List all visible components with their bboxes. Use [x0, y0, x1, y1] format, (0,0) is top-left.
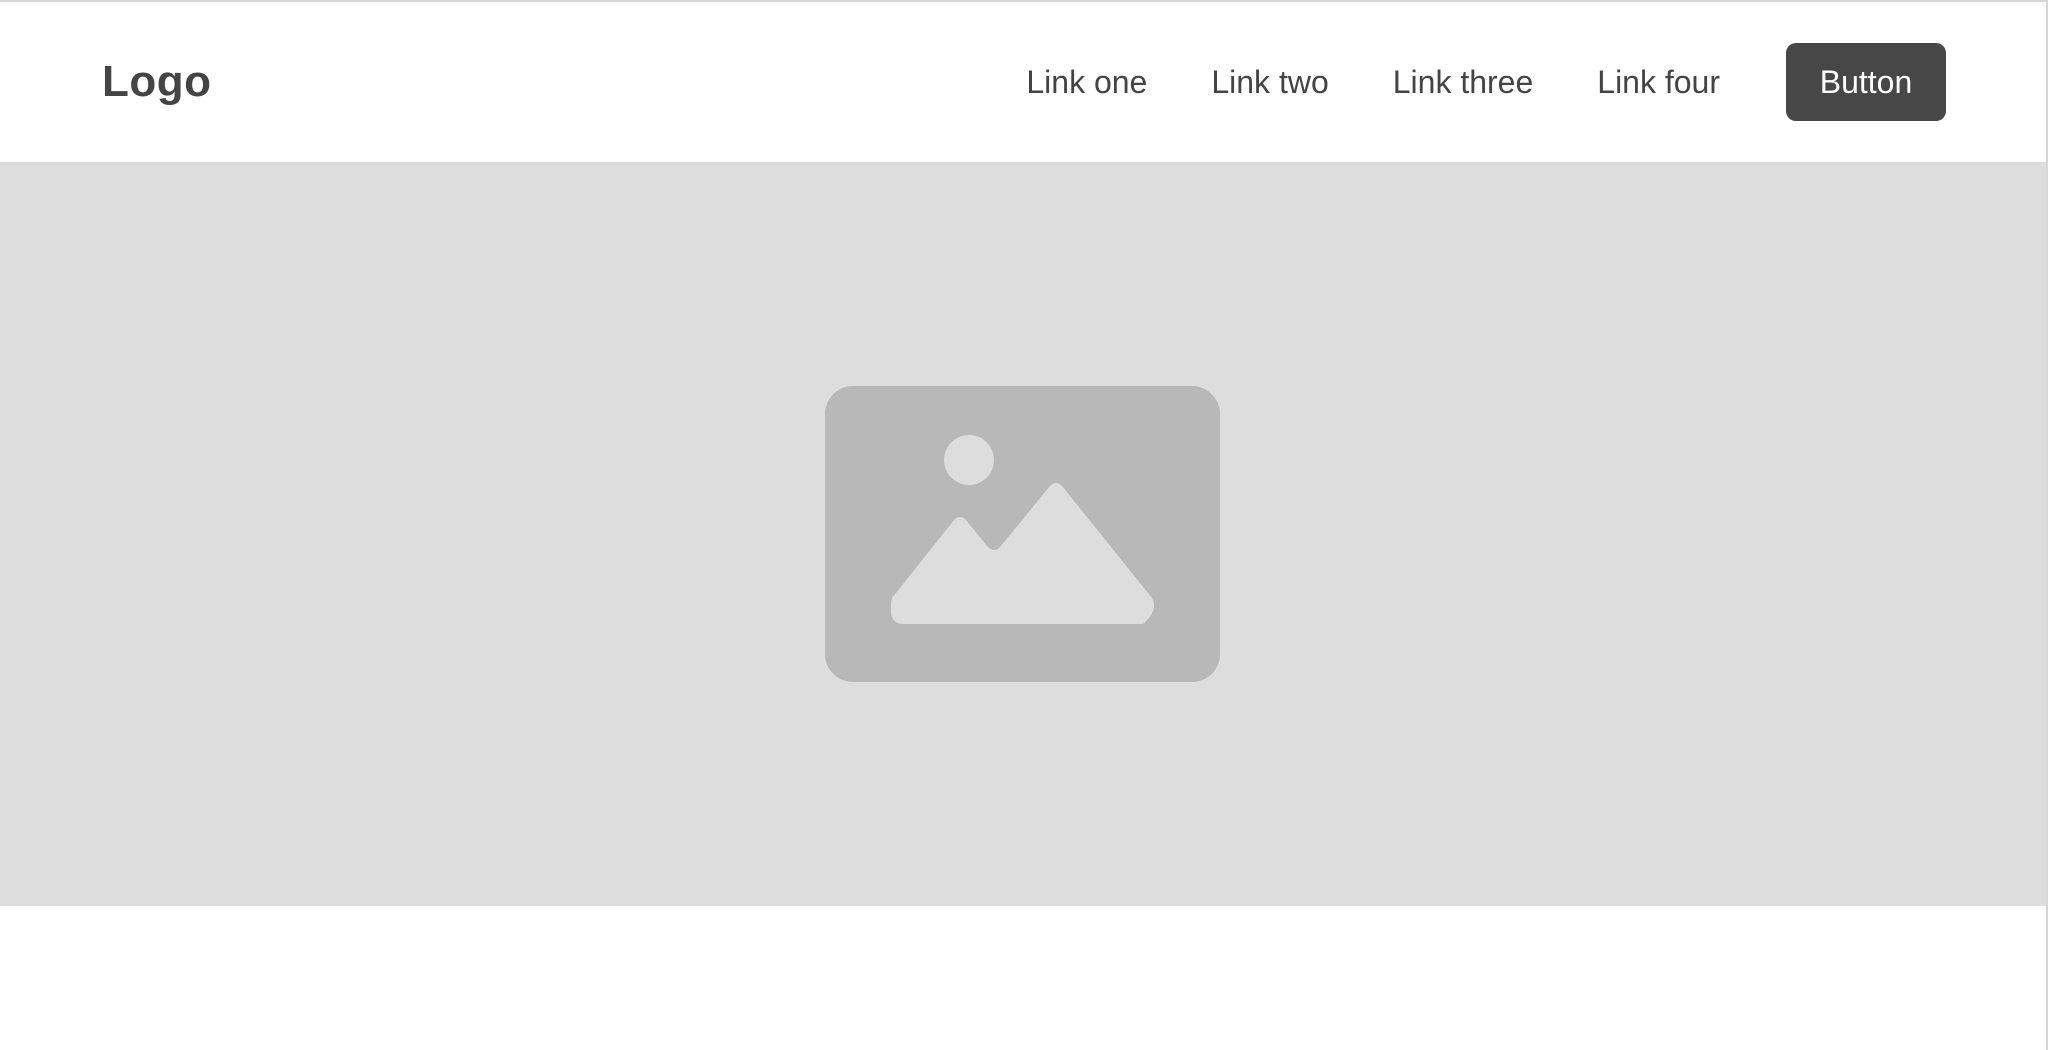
nav-link-three[interactable]: Link three — [1393, 64, 1534, 101]
nav-cta-button[interactable]: Button — [1786, 43, 1946, 121]
nav-link-two[interactable]: Link two — [1211, 64, 1328, 101]
image-placeholder-icon — [824, 386, 1220, 682]
navbar: Logo Link one Link two Link three Link f… — [0, 2, 2046, 162]
hero-image-placeholder — [0, 162, 2046, 906]
page: Logo Link one Link two Link three Link f… — [0, 0, 2048, 1050]
nav-menu: Link one Link two Link three Link four B… — [1026, 43, 1946, 121]
nav-link-four[interactable]: Link four — [1597, 64, 1720, 101]
nav-link-one[interactable]: Link one — [1026, 64, 1147, 101]
logo[interactable]: Logo — [102, 57, 212, 107]
